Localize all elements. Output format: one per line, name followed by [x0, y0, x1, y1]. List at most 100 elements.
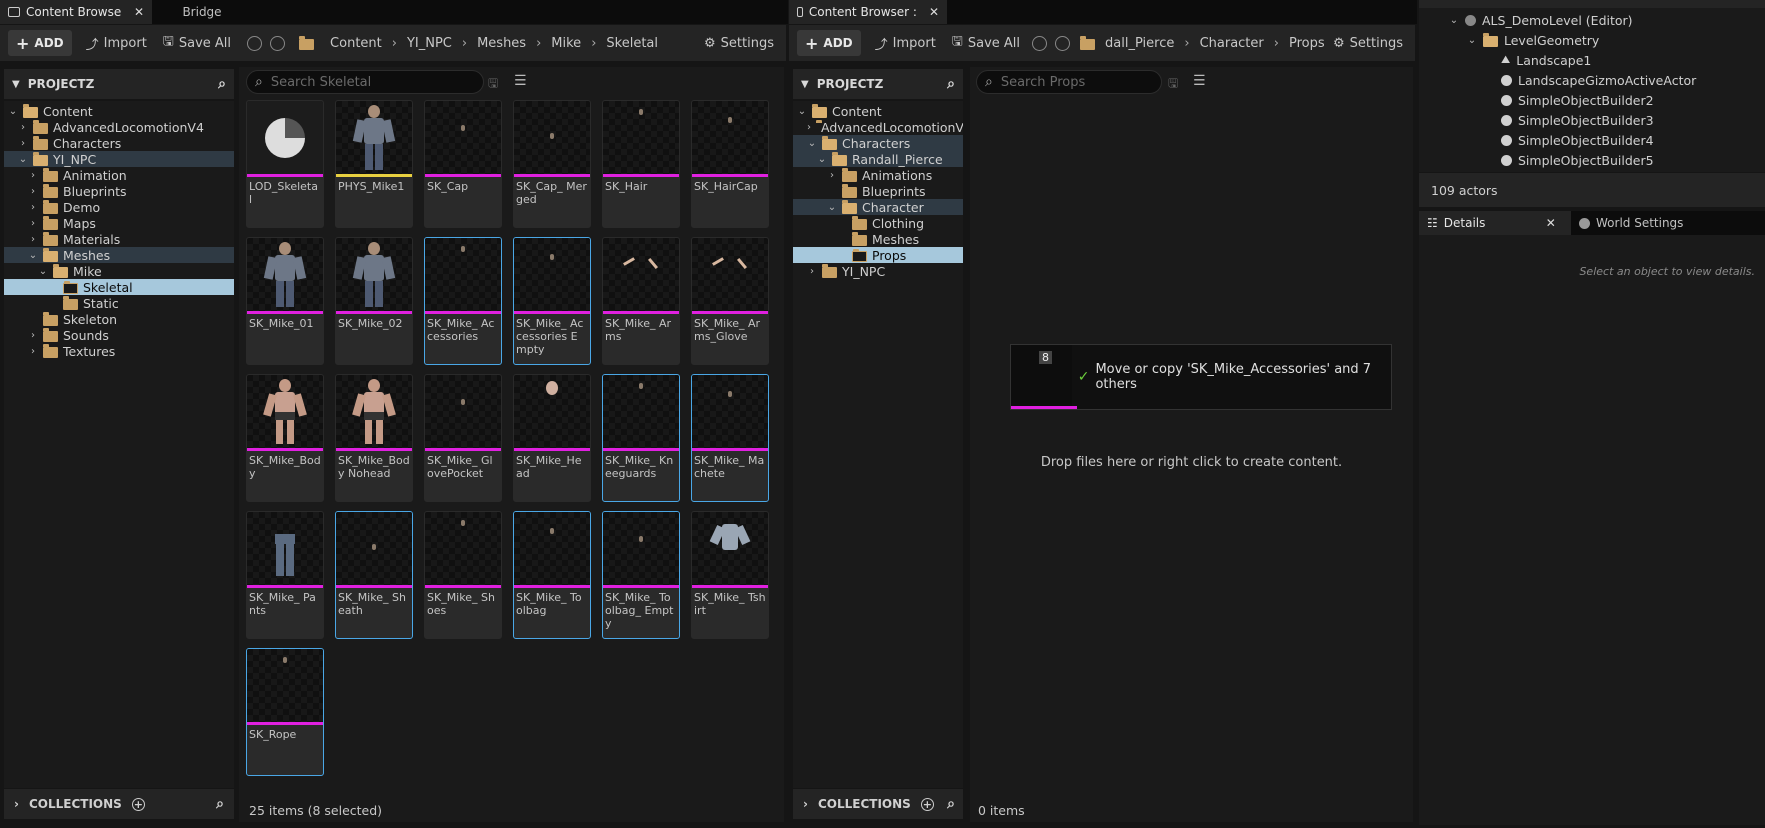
- tree-item[interactable]: ⌄ Content: [4, 103, 234, 119]
- chevron-right-icon[interactable]: ›: [18, 138, 28, 149]
- right-collections-bar[interactable]: › COLLECTIONS + ⌕: [793, 789, 963, 819]
- breadcrumb-item[interactable]: Character: [1200, 36, 1264, 51]
- save-search-icon[interactable]: 🖫: [1168, 74, 1178, 95]
- chevron-down-icon[interactable]: ⌄: [18, 154, 28, 165]
- asset-tile[interactable]: SK_Mike_ Pants: [246, 511, 324, 639]
- outliner-item[interactable]: SimpleObjectBuilder3: [1485, 111, 1654, 129]
- tree-item[interactable]: Props: [793, 247, 963, 263]
- asset-tile[interactable]: SK_Mike_ Arms: [602, 237, 680, 365]
- chevron-right-icon[interactable]: ›: [28, 202, 38, 213]
- tree-item[interactable]: Skeleton: [4, 311, 234, 327]
- close-icon[interactable]: ✕: [134, 5, 144, 19]
- tree-item[interactable]: › Sounds: [4, 327, 234, 343]
- save-search-icon[interactable]: 🖫: [488, 74, 498, 95]
- chevron-right-icon[interactable]: ›: [28, 218, 38, 229]
- tree-item[interactable]: › AdvancedLocomotionV: [793, 119, 963, 135]
- tree-item[interactable]: › Blueprints: [4, 183, 234, 199]
- chevron-right-icon[interactable]: ›: [28, 330, 38, 341]
- asset-tile[interactable]: SK_Mike_ Accessories: [424, 237, 502, 365]
- filter-icon[interactable]: ☰: [514, 73, 527, 89]
- search-input[interactable]: ⌕ Search Skeletal: [246, 70, 484, 94]
- chevron-right-icon[interactable]: ›: [28, 234, 38, 245]
- tree-item[interactable]: › Characters: [4, 135, 234, 151]
- outliner-item[interactable]: ⌄ ALS_DemoLevel (Editor): [1449, 11, 1633, 29]
- right-tree-header[interactable]: ▼ PROJECTZ ⌕: [793, 69, 963, 99]
- asset-tile[interactable]: SK_Mike_ Arms_Glove: [691, 237, 769, 365]
- back-icon[interactable]: [247, 35, 263, 51]
- search-icon[interactable]: ⌕: [218, 76, 226, 92]
- asset-tile[interactable]: SK_Mike_ Accessories Empty: [513, 237, 591, 365]
- filter-icon[interactable]: ☰: [1193, 73, 1206, 89]
- tree-item[interactable]: Meshes: [793, 231, 963, 247]
- outliner-item[interactable]: ⌄ LevelGeometry: [1467, 31, 1599, 49]
- close-icon[interactable]: ✕: [1546, 216, 1556, 230]
- tree-item[interactable]: › AdvancedLocomotionV4: [4, 119, 234, 135]
- asset-tile[interactable]: SK_Mike_Body: [246, 374, 324, 502]
- tree-item[interactable]: Blueprints: [793, 183, 963, 199]
- add-collection-icon[interactable]: +: [920, 797, 934, 811]
- breadcrumb-item[interactable]: dall_Pierce: [1105, 36, 1174, 51]
- right-asset-panel[interactable]: [970, 67, 1413, 822]
- search-icon[interactable]: ⌕: [216, 796, 224, 812]
- tree-item[interactable]: ⌄ Randall_Pierce: [793, 151, 963, 167]
- asset-tile[interactable]: SK_Cap: [424, 100, 502, 228]
- import-button[interactable]: ⤴ Import: [867, 30, 944, 56]
- add-button[interactable]: + ADD: [797, 30, 861, 56]
- tree-item[interactable]: › Animation: [4, 167, 234, 183]
- chevron-right-icon[interactable]: ›: [28, 170, 38, 181]
- tree-item[interactable]: Skeletal: [4, 279, 234, 295]
- search-input[interactable]: ⌕ Search Props: [976, 70, 1162, 94]
- forward-icon[interactable]: [270, 35, 286, 51]
- asset-tile[interactable]: SK_Mike_ Toolbag: [513, 511, 591, 639]
- tree-item[interactable]: › Animations: [793, 167, 963, 183]
- chevron-right-icon[interactable]: ›: [28, 186, 38, 197]
- chevron-down-icon[interactable]: ⌄: [827, 202, 837, 213]
- breadcrumb-item[interactable]: Mike: [551, 36, 581, 51]
- tree-item[interactable]: ⌄ Character: [793, 199, 963, 215]
- tree-item[interactable]: ⌄ Characters: [793, 135, 963, 151]
- chevron-right-icon[interactable]: ›: [28, 346, 38, 357]
- asset-tile[interactable]: SK_Mike_01: [246, 237, 324, 365]
- asset-tile[interactable]: SK_HairCap: [691, 100, 769, 228]
- chevron-down-icon[interactable]: ⌄: [1449, 15, 1459, 26]
- asset-tile[interactable]: SK_Mike_ Machete: [691, 374, 769, 502]
- chevron-right-icon[interactable]: ›: [807, 122, 811, 133]
- chevron-right-icon[interactable]: ›: [18, 122, 28, 133]
- add-collection-icon[interactable]: +: [131, 797, 145, 811]
- outliner-item[interactable]: SimpleObjectBuilder2: [1485, 91, 1654, 109]
- breadcrumb-item[interactable]: Content: [330, 36, 382, 51]
- tree-item[interactable]: ⌄ Meshes: [4, 247, 234, 263]
- outliner-item[interactable]: SimpleObjectBuilder4: [1485, 131, 1654, 149]
- asset-tile[interactable]: SK_Mike_Head: [513, 374, 591, 502]
- outliner-item[interactable]: LandscapeGizmoActiveActor: [1485, 71, 1696, 89]
- left-tree-header[interactable]: ▼ PROJECTZ ⌕: [4, 69, 234, 99]
- tab-world-settings[interactable]: World Settings: [1571, 211, 1691, 235]
- outliner-item[interactable]: SimpleObjectBuilder5: [1485, 151, 1654, 169]
- tab-content-browser-1[interactable]: Content Browser 1 ✕: [0, 0, 152, 24]
- chevron-down-icon[interactable]: ⌄: [8, 106, 18, 117]
- tab-details[interactable]: ☷ Details ✕: [1419, 211, 1571, 235]
- forward-icon[interactable]: [1055, 35, 1071, 51]
- chevron-down-icon[interactable]: ⌄: [797, 106, 807, 117]
- breadcrumb-item[interactable]: Props: [1289, 36, 1325, 51]
- tree-item[interactable]: ⌄ Mike: [4, 263, 234, 279]
- back-icon[interactable]: [1032, 35, 1048, 51]
- chevron-down-icon[interactable]: ⌄: [28, 250, 38, 261]
- tree-item[interactable]: › Maps: [4, 215, 234, 231]
- tab-bridge[interactable]: Bridge: [152, 0, 252, 24]
- asset-tile[interactable]: SK_Mike_Body Nohead: [335, 374, 413, 502]
- asset-tile[interactable]: SK_Hair: [602, 100, 680, 228]
- chevron-down-icon[interactable]: ⌄: [807, 138, 817, 149]
- import-button[interactable]: ⤴ Import: [78, 30, 155, 56]
- outliner-item[interactable]: ⛰ Landscape1: [1485, 51, 1591, 69]
- search-icon[interactable]: ⌕: [947, 796, 955, 812]
- save-all-button[interactable]: 🖫 Save All: [944, 30, 1028, 56]
- left-collections-bar[interactable]: › COLLECTIONS + ⌕: [4, 789, 234, 819]
- asset-tile[interactable]: SK_Mike_ Shoes: [424, 511, 502, 639]
- tree-item[interactable]: › Materials: [4, 231, 234, 247]
- settings-button[interactable]: ⚙ Settings: [696, 30, 782, 56]
- chevron-down-icon[interactable]: ⌄: [817, 154, 827, 165]
- tree-item[interactable]: › Demo: [4, 199, 234, 215]
- asset-tile[interactable]: SK_Mike_ Kneeguards: [602, 374, 680, 502]
- add-button[interactable]: + ADD: [8, 30, 72, 56]
